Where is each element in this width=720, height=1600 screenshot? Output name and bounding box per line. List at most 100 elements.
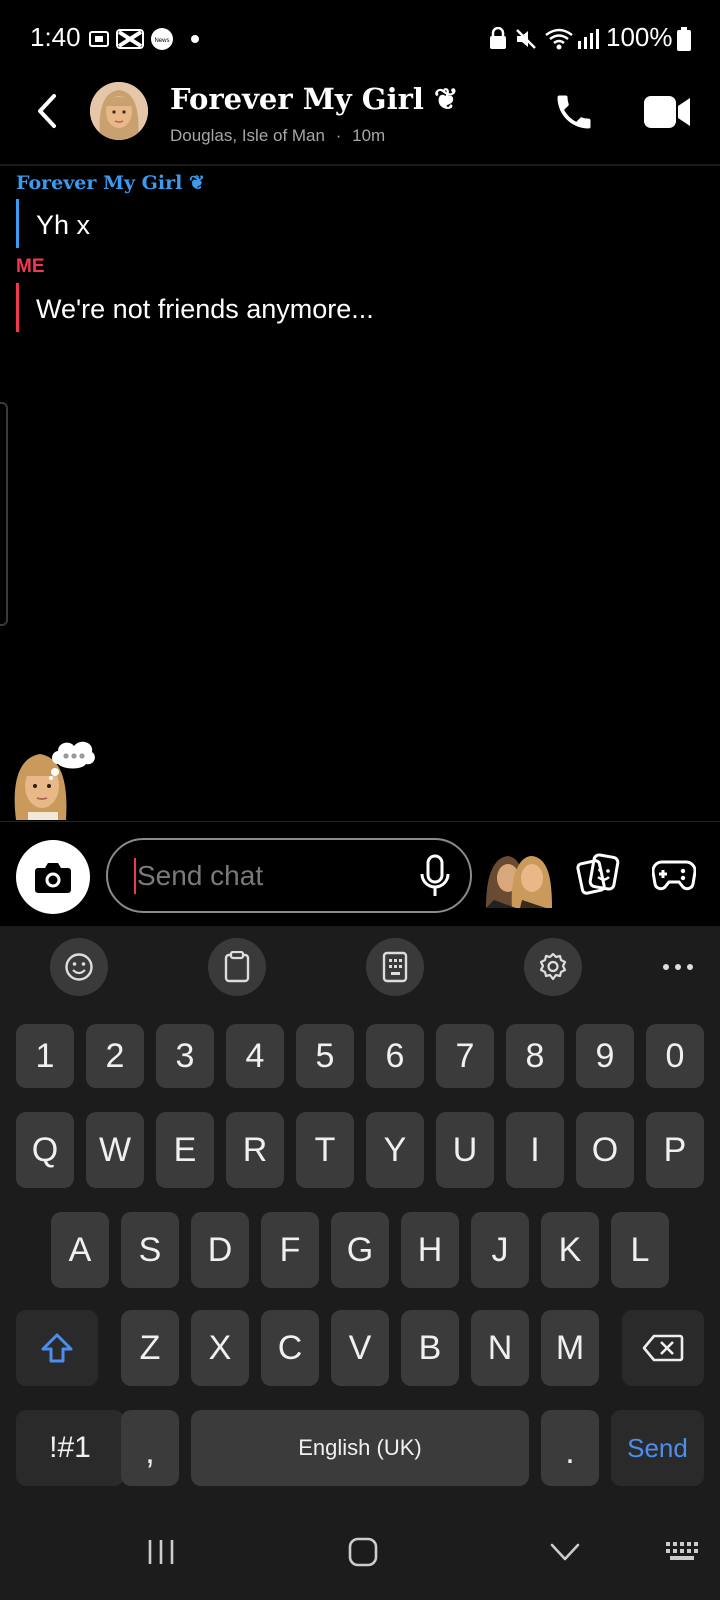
subtitle-separator: ·	[335, 126, 342, 145]
message-accent-bar	[16, 283, 19, 332]
keyboard-switch-button[interactable]	[662, 1536, 702, 1566]
comma-key[interactable]: ,	[121, 1410, 179, 1486]
keyboard-settings-button[interactable]	[524, 938, 582, 996]
key-r[interactable]: R	[226, 1112, 284, 1188]
key-0[interactable]: 0	[646, 1024, 704, 1088]
message-text[interactable]: We're not friends anymore...	[36, 294, 374, 325]
key-q[interactable]: Q	[16, 1112, 74, 1188]
message-sender: ME	[16, 256, 45, 277]
home-button[interactable]	[346, 1535, 380, 1569]
wifi-icon	[544, 27, 574, 51]
keypad-button[interactable]	[366, 938, 424, 996]
news-icon: News	[150, 27, 174, 51]
period-key[interactable]: .	[541, 1410, 599, 1486]
key-y[interactable]: Y	[366, 1112, 424, 1188]
text-cursor	[134, 858, 136, 894]
key-u[interactable]: U	[436, 1112, 494, 1188]
svg-text:News: News	[154, 38, 169, 44]
more-options-button[interactable]	[658, 952, 698, 982]
key-d[interactable]: D	[191, 1212, 249, 1288]
mute-icon	[514, 27, 538, 51]
clipboard-button[interactable]	[208, 938, 266, 996]
key-9[interactable]: 9	[576, 1024, 634, 1088]
key-4[interactable]: 4	[226, 1024, 284, 1088]
key-i[interactable]: I	[506, 1112, 564, 1188]
space-key[interactable]: English (UK)	[191, 1410, 529, 1486]
avatar[interactable]	[90, 82, 148, 140]
scroll-indicator[interactable]	[0, 402, 8, 626]
key-1[interactable]: 1	[16, 1024, 74, 1088]
key-h[interactable]: H	[401, 1212, 459, 1288]
home-icon	[348, 1537, 378, 1567]
chevron-down-icon	[550, 1543, 580, 1561]
typing-bubble-icon	[48, 736, 98, 780]
key-g[interactable]: G	[331, 1212, 389, 1288]
key-a[interactable]: A	[51, 1212, 109, 1288]
key-n[interactable]: N	[471, 1310, 529, 1386]
camera-button[interactable]	[16, 840, 90, 914]
key-7[interactable]: 7	[436, 1024, 494, 1088]
message-text[interactable]: Yh x	[36, 210, 90, 241]
key-e[interactable]: E	[156, 1112, 214, 1188]
games-button[interactable]	[651, 854, 697, 894]
key-p[interactable]: P	[646, 1112, 704, 1188]
lock-icon	[488, 27, 508, 51]
back-button[interactable]	[24, 86, 74, 136]
key-x[interactable]: X	[191, 1310, 249, 1386]
heart-icon: ❦	[434, 82, 459, 116]
keypad-icon	[382, 951, 408, 983]
chat-title[interactable]: Forever My Girl ❦	[170, 82, 458, 116]
location-text: Douglas, Isle of Man	[170, 126, 325, 145]
key-s[interactable]: S	[121, 1212, 179, 1288]
screen-record-icon	[88, 27, 110, 51]
phone-icon	[557, 95, 591, 129]
keyboard-icon	[666, 1542, 698, 1560]
camera-icon	[35, 863, 71, 893]
key-3[interactable]: 3	[156, 1024, 214, 1088]
key-8[interactable]: 8	[506, 1024, 564, 1088]
key-o[interactable]: O	[576, 1112, 634, 1188]
key-t[interactable]: T	[296, 1112, 354, 1188]
key-6[interactable]: 6	[366, 1024, 424, 1088]
status-time: 1:40	[30, 22, 81, 52]
sticker-button[interactable]	[576, 852, 620, 896]
key-b[interactable]: B	[401, 1310, 459, 1386]
symbols-key[interactable]: !#1	[16, 1410, 124, 1486]
send-key[interactable]: Send	[611, 1410, 704, 1486]
chevron-left-icon	[38, 94, 56, 128]
input-divider	[0, 821, 720, 822]
message-accent-bar	[16, 199, 19, 248]
key-5[interactable]: 5	[296, 1024, 354, 1088]
more-icon	[663, 964, 693, 970]
chat-subtitle: Douglas, Isle of Man · 10m	[170, 126, 385, 146]
battery-percent: 100%	[606, 22, 673, 52]
key-v[interactable]: V	[331, 1310, 389, 1386]
backspace-icon	[642, 1334, 684, 1362]
video-call-button[interactable]	[644, 94, 690, 130]
key-z[interactable]: Z	[121, 1310, 179, 1386]
key-c[interactable]: C	[261, 1310, 319, 1386]
backspace-key[interactable]	[622, 1310, 704, 1386]
header-divider	[0, 164, 720, 166]
key-m[interactable]: M	[541, 1310, 599, 1386]
key-f[interactable]: F	[261, 1212, 319, 1288]
bitmoji-button[interactable]	[486, 848, 552, 908]
hide-keyboard-button[interactable]	[548, 1537, 582, 1567]
microphone-button[interactable]	[416, 854, 454, 898]
status-bar: 1:40 News 100%	[0, 0, 720, 80]
key-k[interactable]: K	[541, 1212, 599, 1288]
last-seen-text: 10m	[352, 126, 386, 145]
message-sender: Forever My Girl ❦	[16, 172, 205, 194]
key-j[interactable]: J	[471, 1212, 529, 1288]
key-w[interactable]: W	[86, 1112, 144, 1188]
recent-apps-icon	[148, 1540, 174, 1564]
video-camera-icon	[644, 96, 690, 128]
shift-key[interactable]	[16, 1310, 98, 1386]
recent-apps-button[interactable]	[144, 1535, 178, 1569]
chat-input-placeholder: Send chat	[137, 860, 264, 891]
key-l[interactable]: L	[611, 1212, 669, 1288]
signal-icon	[576, 27, 602, 51]
voice-call-button[interactable]	[552, 90, 596, 134]
emoji-button[interactable]	[50, 938, 108, 996]
key-2[interactable]: 2	[86, 1024, 144, 1088]
